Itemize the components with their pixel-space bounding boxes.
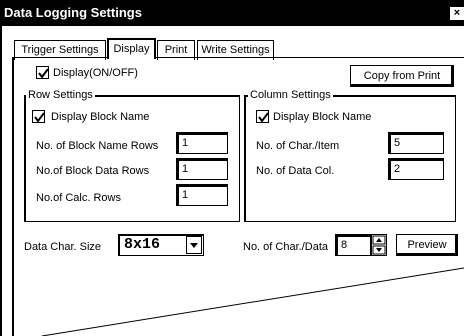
tab-display[interactable]: Display	[107, 38, 156, 59]
background-diagonal-lines	[41, 267, 464, 336]
